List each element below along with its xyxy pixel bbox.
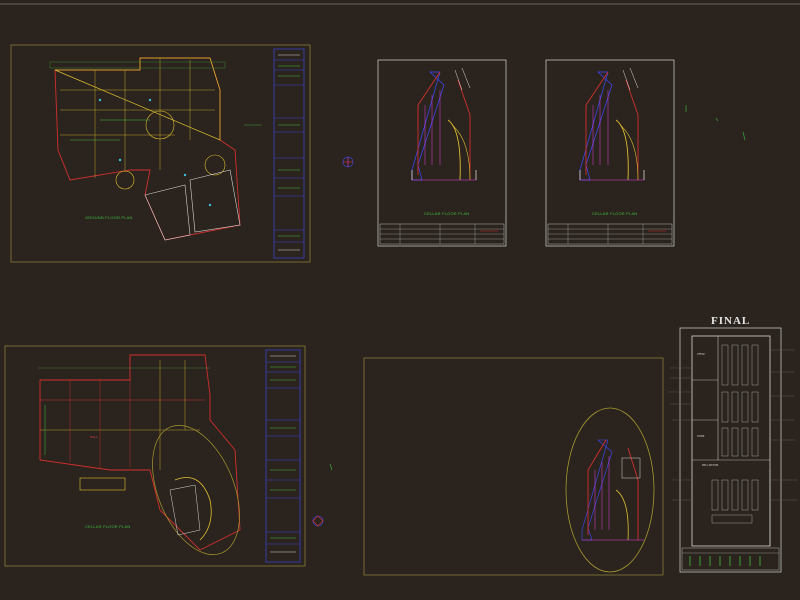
cellar-copy-2-label: CELLAR FLOOR PLAN [592, 211, 637, 216]
compass-icon [312, 515, 324, 527]
north-arrow-icon [342, 156, 354, 168]
final-room-store: STORE [697, 435, 705, 438]
cellar-plan-copy-1 [411, 67, 477, 181]
cad-model-space[interactable]: GROUND FLOOR PLAN CELLAR FLOOR PLAN CELL… [0, 0, 800, 600]
final-room-well-section: WELL SECTION [702, 464, 719, 467]
ground-floor-plan [49, 57, 241, 241]
cellar-floor-label: CELLAR FLOOR PLAN [85, 524, 130, 529]
cellar-floor-sheet[interactable]: HALL CELLAR FLOOR PLAN [4, 345, 306, 567]
cellar-copy-2-title-block [547, 223, 673, 245]
cellar-sheet-copy-2[interactable]: CELLAR FLOOR PLAN [545, 59, 675, 247]
cellar-oval-sheet[interactable] [363, 357, 664, 576]
cellar-oval-plan [565, 407, 655, 573]
cellar-sheet-copy-1[interactable]: CELLAR FLOOR PLAN [377, 59, 507, 247]
ground-floor-sheet[interactable]: GROUND FLOOR PLAN [10, 44, 311, 263]
cellar-copy-1-title-block [379, 223, 505, 245]
final-room-office: OFFICE [697, 353, 705, 356]
final-sheet[interactable]: FINAL OFFICE STORE WELL SECTION [668, 315, 798, 573]
cellar-floor-plan: HALL [38, 354, 241, 555]
final-shelving [711, 344, 759, 524]
cellar-copy-1-label: CELLAR FLOOR PLAN [424, 211, 469, 216]
svg-text:HALL: HALL [90, 435, 98, 439]
final-title: FINAL [711, 315, 750, 327]
final-title-block [681, 547, 780, 571]
cellar-plan-copy-2 [579, 67, 645, 181]
cellar-floor-title-block [265, 349, 301, 563]
ground-floor-label: GROUND FLOOR PLAN [85, 215, 133, 220]
ground-floor-title-block [273, 48, 305, 259]
final-plan: OFFICE STORE WELL SECTION [668, 335, 798, 547]
